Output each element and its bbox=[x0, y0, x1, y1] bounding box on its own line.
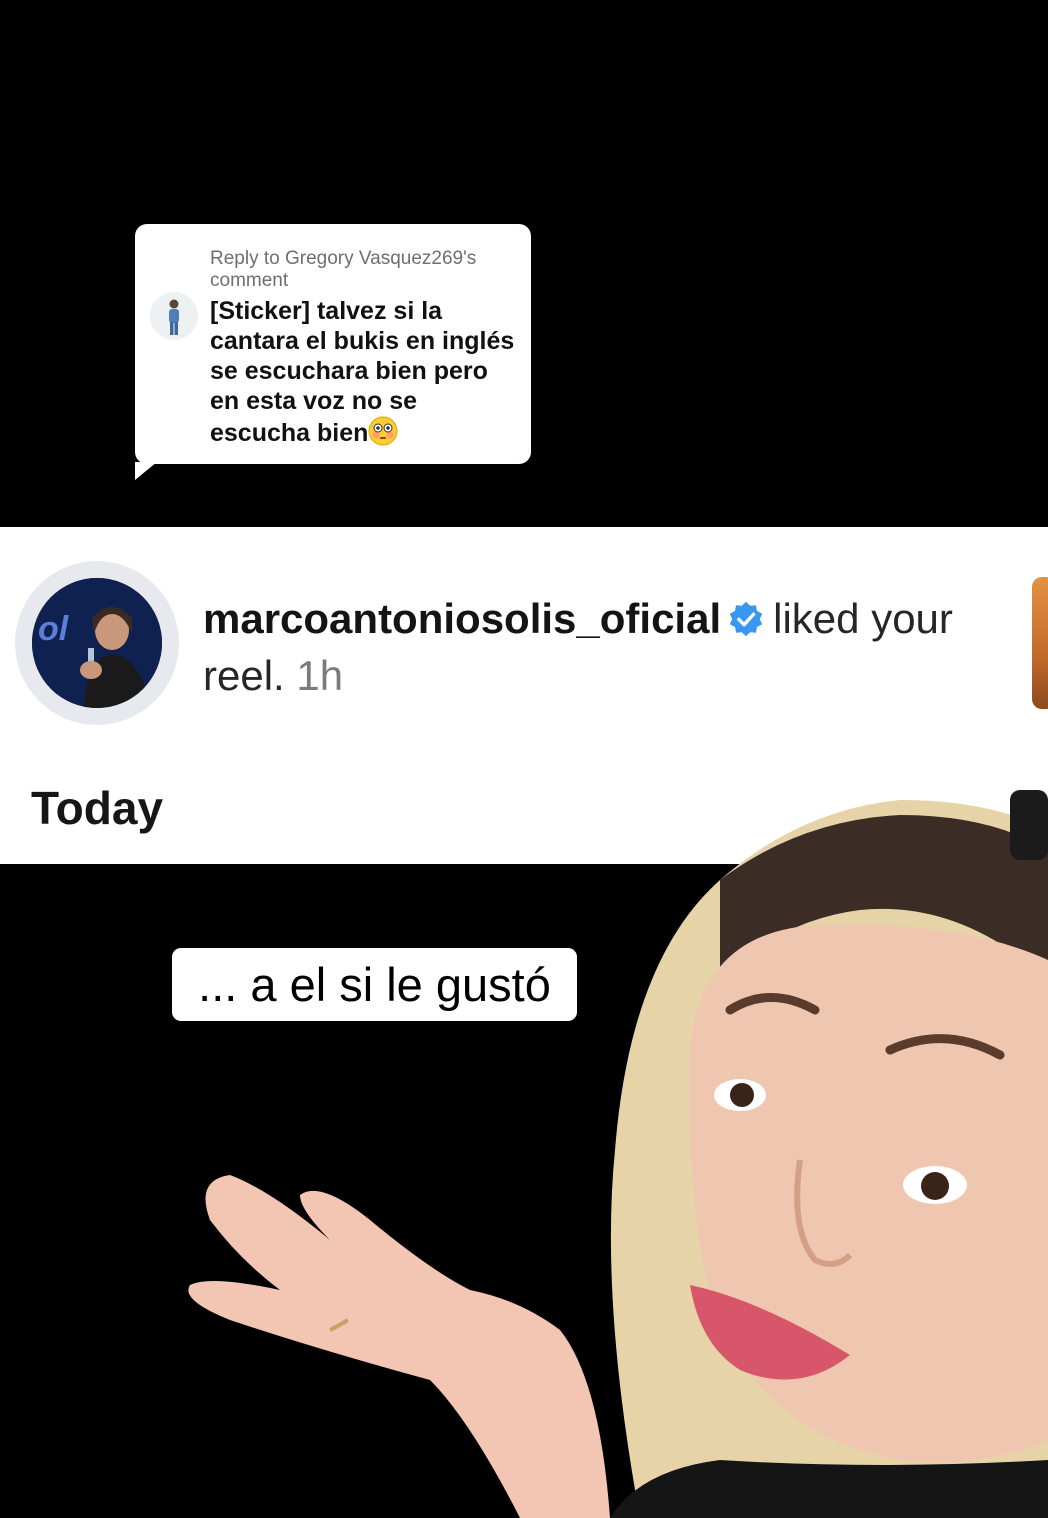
presenter-figure bbox=[188, 790, 1048, 1518]
presenter-hand bbox=[188, 1175, 610, 1518]
sunglasses-icon bbox=[1010, 790, 1048, 860]
video-frame: Reply to Gregory Vasquez269's comment [S… bbox=[0, 0, 1048, 1518]
